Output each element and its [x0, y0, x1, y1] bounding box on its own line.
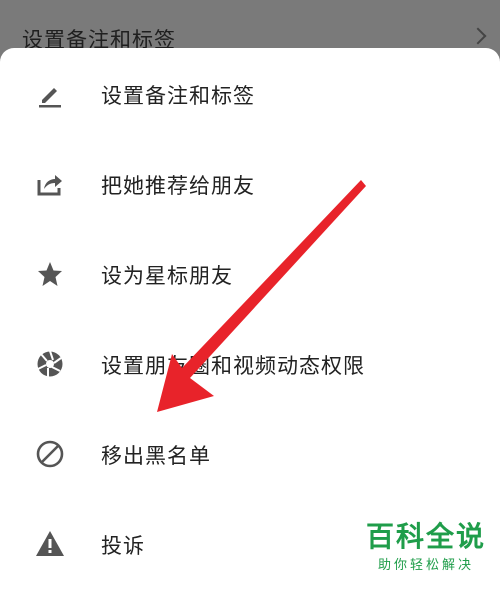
menu-item-label: 把她推荐给朋友 — [101, 174, 255, 198]
pencil-icon — [34, 78, 66, 110]
watermark-subtitle: 助你轻松解决 — [377, 558, 474, 573]
menu-item-set-remark[interactable]: 设置备注和标签 — [0, 48, 500, 138]
star-icon — [34, 258, 66, 290]
menu-item-label: 设置朋友圈和视频动态权限 — [101, 354, 365, 378]
menu-item-label: 设置备注和标签 — [101, 84, 255, 108]
menu-item-label: 设为星标朋友 — [101, 264, 233, 288]
menu-item-label: 投诉 — [101, 534, 145, 558]
warning-icon — [34, 528, 66, 560]
aperture-icon — [34, 348, 66, 380]
watermark: 百科全说 助你轻松解决 — [365, 520, 486, 574]
menu-item-label: 移出黑名单 — [101, 444, 211, 468]
menu-item-recommend[interactable]: 把她推荐给朋友 — [0, 138, 500, 228]
menu-item-star-friend[interactable]: 设为星标朋友 — [0, 228, 500, 318]
menu-item-moments-permission[interactable]: 设置朋友圈和视频动态权限 — [0, 318, 500, 408]
block-icon — [34, 438, 66, 470]
chevron-right-icon — [469, 27, 487, 45]
watermark-title: 百科全说 — [365, 520, 486, 553]
share-icon — [34, 168, 66, 200]
menu-item-remove-blacklist[interactable]: 移出黑名单 — [0, 408, 500, 498]
